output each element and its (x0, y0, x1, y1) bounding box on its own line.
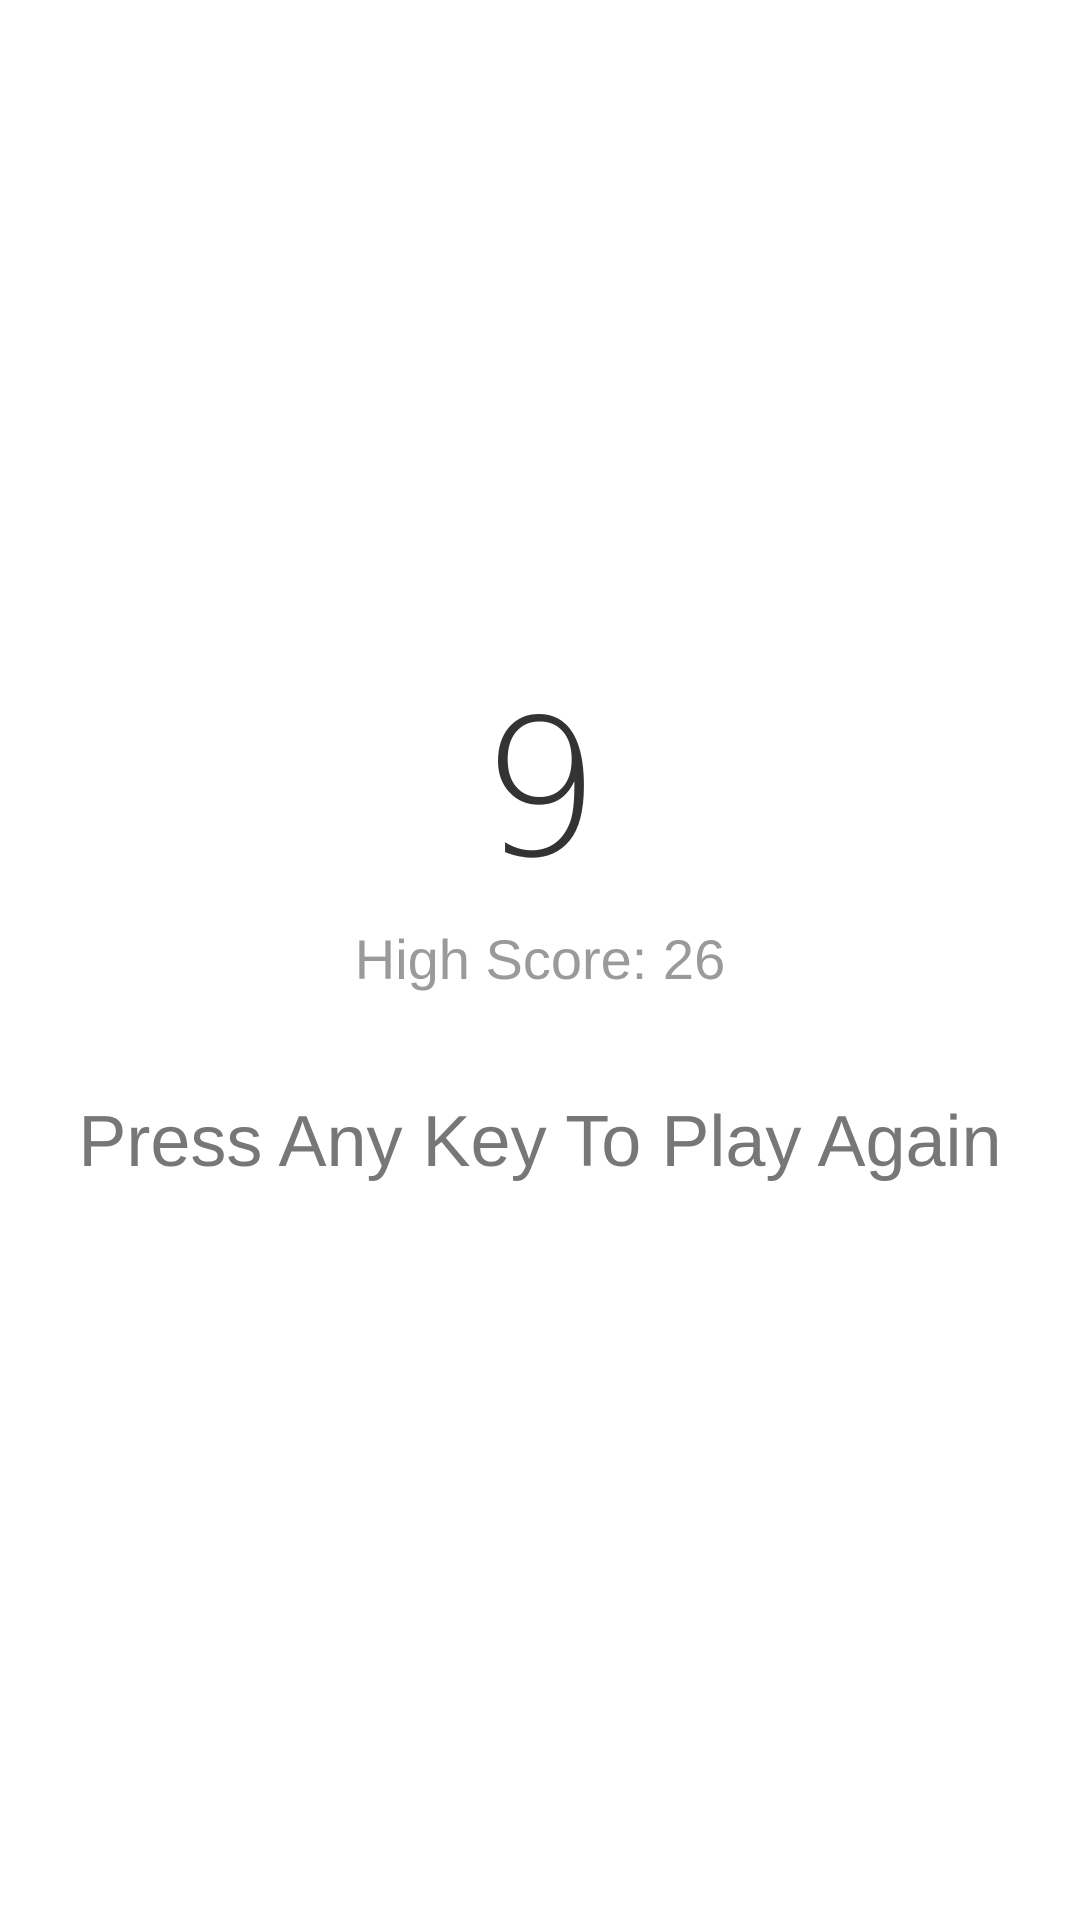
high-score-label: High Score: 26 (354, 928, 726, 991)
current-score: 9 (479, 679, 601, 900)
play-again-prompt[interactable]: Press Any Key To Play Again (0, 1097, 1080, 1187)
game-over-screen[interactable]: 9 High Score: 26 Press Any Key To Play A… (0, 0, 1080, 1920)
